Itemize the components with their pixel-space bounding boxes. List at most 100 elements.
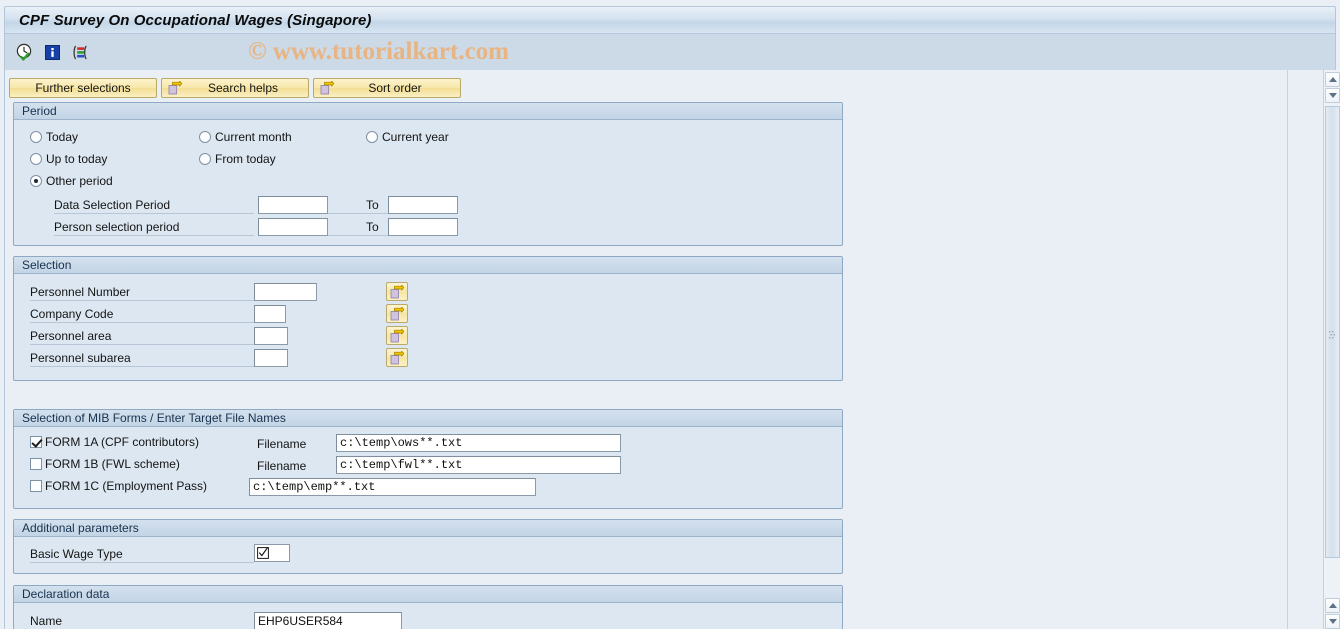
form-1a-filename-input[interactable] (336, 434, 621, 452)
scroll-down-button-top[interactable] (1325, 88, 1340, 103)
data-selection-period-to-label: To (328, 196, 388, 214)
form-1b-filename-input[interactable] (336, 456, 621, 474)
personnel-number-row: Personnel Number (30, 283, 317, 301)
vertical-scrollbar[interactable] (1323, 70, 1340, 629)
form-1a-checkbox[interactable]: FORM 1A (CPF contributors) (30, 435, 199, 449)
radio-current-year-label: Current year (382, 130, 449, 144)
content-divider (1287, 70, 1288, 629)
radio-current-month-label: Current month (215, 130, 292, 144)
mib-forms-group-title: Selection of MIB Forms / Enter Target Fi… (14, 410, 842, 427)
period-group: Period Today Current month Current year … (13, 102, 843, 246)
selection-screen-content: Further selections Search helps (4, 70, 1315, 629)
personnel-number-multi-select-button[interactable] (386, 282, 408, 301)
scroll-thumb[interactable] (1325, 106, 1340, 558)
company-code-label: Company Code (30, 305, 254, 323)
company-code-multi-select-button[interactable] (386, 304, 408, 323)
basic-wage-type-input[interactable] (254, 544, 290, 562)
yellow-arrow-icon (390, 351, 404, 365)
personnel-area-multi-select-button[interactable] (386, 326, 408, 345)
personnel-subarea-input[interactable] (254, 349, 288, 367)
period-group-body: Today Current month Current year Up to t… (14, 120, 842, 245)
mib-forms-group-body: FORM 1A (CPF contributors) Filename FORM… (14, 427, 842, 508)
triangle-down-icon (1329, 619, 1337, 624)
checkbox-indicator (30, 480, 42, 492)
mib-forms-group: Selection of MIB Forms / Enter Target Fi… (13, 409, 843, 509)
personnel-number-input[interactable] (254, 283, 317, 301)
window-title-bar: CPF Survey On Occupational Wages (Singap… (4, 6, 1336, 34)
search-helps-label: Search helps (184, 81, 302, 95)
company-code-input[interactable] (254, 305, 286, 323)
declaration-data-group-title: Declaration data (14, 586, 842, 603)
personnel-subarea-multi-select-button[interactable] (386, 348, 408, 367)
triangle-up-icon (1329, 77, 1337, 82)
search-helps-button[interactable]: Search helps (161, 78, 309, 98)
period-group-title: Period (14, 103, 842, 120)
form-1b-checkbox[interactable]: FORM 1B (FWL scheme) (30, 457, 180, 471)
variant-bars-icon[interactable] (71, 43, 90, 62)
form-1b-label: FORM 1B (FWL scheme) (45, 457, 180, 471)
personnel-area-input[interactable] (254, 327, 288, 345)
yellow-arrow-icon (168, 81, 182, 95)
application-toolbar (4, 34, 1336, 70)
form-1c-checkbox[interactable]: FORM 1C (Employment Pass) (30, 479, 207, 493)
checked-box-icon (257, 547, 269, 559)
person-selection-period-to-input[interactable] (388, 218, 458, 236)
radio-from-today[interactable]: From today (199, 152, 276, 166)
radio-up-to-today[interactable]: Up to today (30, 152, 107, 166)
execute-clock-icon[interactable] (15, 43, 34, 62)
personnel-subarea-row: Personnel subarea (30, 349, 288, 367)
radio-indicator (199, 131, 211, 143)
radio-other-period-label: Other period (46, 174, 113, 188)
radio-indicator (30, 131, 42, 143)
radio-current-month[interactable]: Current month (199, 130, 292, 144)
declaration-name-label: Name (30, 612, 254, 629)
radio-up-to-today-label: Up to today (46, 152, 107, 166)
personnel-area-row: Personnel area (30, 327, 288, 345)
selection-group-title: Selection (14, 257, 842, 274)
sort-order-button[interactable]: Sort order (313, 78, 461, 98)
scroll-up-button-bottom[interactable] (1325, 598, 1340, 613)
basic-wage-type-label: Basic Wage Type (30, 545, 254, 563)
personnel-subarea-label: Personnel subarea (30, 349, 254, 367)
form-1a-filename-label: Filename (257, 437, 306, 451)
additional-parameters-group-title: Additional parameters (14, 520, 842, 537)
page-title: CPF Survey On Occupational Wages (Singap… (5, 12, 372, 29)
radio-today[interactable]: Today (30, 130, 78, 144)
declaration-name-input[interactable] (254, 612, 402, 629)
scroll-grip-icon (1329, 329, 1336, 336)
radio-current-year[interactable]: Current year (366, 130, 449, 144)
checkbox-indicator (30, 436, 42, 448)
triangle-down-icon (1329, 93, 1337, 98)
triangle-up-icon (1329, 603, 1337, 608)
scroll-up-button[interactable] (1325, 72, 1340, 87)
data-selection-period-from-input[interactable] (258, 196, 328, 214)
form-1a-label: FORM 1A (CPF contributors) (45, 435, 199, 449)
personnel-number-label: Personnel Number (30, 283, 254, 301)
radio-today-label: Today (46, 130, 78, 144)
selection-group-body: Personnel Number Company Code (14, 274, 842, 380)
further-selections-label: Further selections (16, 81, 150, 95)
form-1c-filename-input[interactable] (249, 478, 536, 496)
form-1b-filename-label: Filename (257, 459, 306, 473)
person-selection-period-row: Person selection period To (54, 218, 458, 236)
person-selection-period-from-input[interactable] (258, 218, 328, 236)
data-selection-period-row: Data Selection Period To (54, 196, 458, 214)
yellow-arrow-icon (320, 81, 334, 95)
radio-indicator (199, 153, 211, 165)
radio-indicator (30, 175, 42, 187)
yellow-arrow-icon (390, 285, 404, 299)
radio-other-period[interactable]: Other period (30, 174, 113, 188)
data-selection-period-to-input[interactable] (388, 196, 458, 214)
sort-order-label: Sort order (336, 81, 454, 95)
selection-group: Selection Personnel Number Company Code (13, 256, 843, 381)
toolbar-icon-group (5, 43, 90, 62)
person-selection-period-label: Person selection period (54, 218, 254, 236)
additional-parameters-group-body: Basic Wage Type (14, 537, 842, 573)
info-icon[interactable] (43, 43, 62, 62)
basic-wage-type-row: Basic Wage Type (30, 545, 254, 563)
person-selection-period-to-label: To (328, 218, 388, 236)
scroll-down-button[interactable] (1325, 614, 1340, 629)
company-code-row: Company Code (30, 305, 286, 323)
sap-selection-screen: CPF Survey On Occupational Wages (Singap… (0, 0, 1340, 629)
further-selections-button[interactable]: Further selections (9, 78, 157, 98)
